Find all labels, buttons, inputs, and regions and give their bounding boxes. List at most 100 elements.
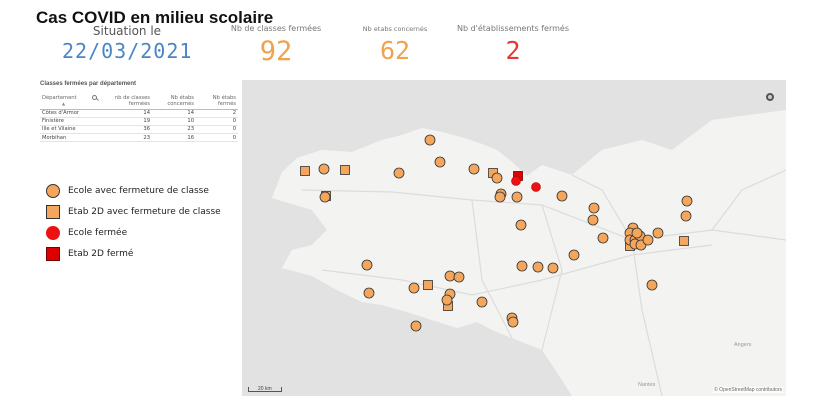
school-marker[interactable] bbox=[453, 271, 465, 283]
column-header-label: Département bbox=[42, 94, 77, 101]
kpi-closed-classes[interactable]: Nb de classes fermées 92 bbox=[218, 24, 334, 67]
legend-item: Etab 2D fermé bbox=[46, 243, 221, 264]
table-cell: Morbihan bbox=[40, 133, 102, 143]
school-marker[interactable] bbox=[680, 210, 692, 222]
table-row[interactable]: Ille et Vilaine 36 23 0 bbox=[40, 125, 238, 135]
orange-circle-icon bbox=[46, 183, 60, 198]
kpi-etabs-concerned[interactable]: Nb etabs concernés 62 bbox=[350, 25, 440, 65]
legend-label: Ecole avec fermeture de classe bbox=[68, 185, 209, 196]
kpi-closed-classes-value: 92 bbox=[259, 36, 293, 67]
closed-school-marker[interactable] bbox=[511, 176, 521, 186]
table-cell: 14 bbox=[102, 109, 152, 118]
school-marker[interactable] bbox=[568, 249, 580, 261]
kpi-closed-etabs-value: 2 bbox=[505, 36, 521, 65]
situation-kpi: Situation le 22/03/2021 bbox=[62, 24, 192, 63]
school-marker[interactable] bbox=[408, 282, 420, 294]
kpi-etabs-concerned-value: 62 bbox=[379, 36, 411, 65]
table-cell: 23 bbox=[102, 133, 152, 143]
table-cell: 0 bbox=[196, 125, 238, 135]
kpi-closed-classes-label: Nb de classes fermées bbox=[230, 24, 322, 33]
map-legend: Ecole avec fermeture de classe Etab 2D a… bbox=[46, 180, 221, 264]
school-marker[interactable] bbox=[468, 163, 480, 175]
table-cell: 0 bbox=[196, 117, 238, 126]
school-marker[interactable] bbox=[547, 262, 559, 274]
school-marker[interactable] bbox=[642, 234, 654, 246]
school-marker[interactable] bbox=[511, 191, 523, 203]
map-settings-icon[interactable] bbox=[766, 93, 774, 101]
table-cell: 19 bbox=[102, 117, 152, 126]
table-cell: 23 bbox=[152, 125, 196, 135]
situation-date: 22/03/2021 bbox=[62, 39, 193, 63]
school-marker[interactable] bbox=[507, 316, 519, 328]
red-square-icon bbox=[46, 246, 60, 261]
legend-label: Etab 2D avec fermeture de classe bbox=[68, 206, 221, 217]
column-header-closed[interactable]: Nb étabs fermés bbox=[196, 90, 238, 110]
etab-2d-marker[interactable] bbox=[300, 166, 310, 176]
table-cell: Finistère bbox=[40, 117, 102, 126]
kpi-closed-etabs-label: Nb d'établissements fermés bbox=[456, 24, 570, 33]
city-label: Angers bbox=[734, 342, 752, 348]
table-cell: 2 bbox=[196, 109, 238, 118]
table-cell: 36 bbox=[102, 125, 152, 135]
table-row[interactable]: Morbihan 23 16 0 bbox=[40, 133, 238, 143]
school-marker[interactable] bbox=[631, 227, 643, 239]
school-marker[interactable] bbox=[646, 279, 658, 291]
school-marker[interactable] bbox=[424, 134, 436, 146]
closed-school-marker[interactable] bbox=[531, 182, 541, 192]
table-title: Classes fermées par département bbox=[40, 81, 137, 87]
table-cell: Côtes d'Armor bbox=[40, 109, 102, 118]
city-label: Nantes bbox=[638, 382, 656, 388]
etab-2d-marker[interactable] bbox=[679, 236, 689, 246]
map-scale: 20 km bbox=[248, 387, 282, 392]
school-marker[interactable] bbox=[318, 163, 330, 175]
map-view[interactable]: Angers Nantes 20 km © OpenStreetMap cont… bbox=[242, 80, 786, 396]
etab-2d-marker[interactable] bbox=[340, 165, 350, 175]
column-header-department[interactable]: Département ▲ bbox=[40, 90, 102, 110]
legend-item: Ecole fermée bbox=[46, 222, 221, 243]
school-marker[interactable] bbox=[441, 294, 453, 306]
school-marker[interactable] bbox=[319, 191, 331, 203]
school-marker[interactable] bbox=[363, 287, 375, 299]
table-row[interactable]: Finistère 19 10 0 bbox=[40, 117, 238, 126]
legend-label: Etab 2D fermé bbox=[68, 248, 134, 259]
school-marker[interactable] bbox=[476, 296, 488, 308]
table-cell: 14 bbox=[152, 109, 196, 118]
school-marker[interactable] bbox=[491, 172, 503, 184]
table-cell: 10 bbox=[152, 117, 196, 126]
column-header-classes[interactable]: nb de classes fermées bbox=[102, 90, 152, 110]
school-marker[interactable] bbox=[681, 195, 693, 207]
school-marker[interactable] bbox=[587, 214, 599, 226]
school-marker[interactable] bbox=[515, 219, 527, 231]
red-circle-icon bbox=[46, 225, 60, 240]
kpi-closed-etabs[interactable]: Nb d'établissements fermés 2 bbox=[448, 24, 578, 65]
etab-2d-marker[interactable] bbox=[423, 280, 433, 290]
school-marker[interactable] bbox=[556, 190, 568, 202]
table-row[interactable]: Côtes d'Armor 14 14 2 bbox=[40, 109, 238, 118]
sort-ascending-icon: ▲ bbox=[62, 100, 66, 106]
school-marker[interactable] bbox=[597, 232, 609, 244]
school-marker[interactable] bbox=[494, 191, 506, 203]
school-marker[interactable] bbox=[532, 261, 544, 273]
school-marker[interactable] bbox=[444, 270, 456, 282]
school-marker[interactable] bbox=[588, 202, 600, 214]
school-marker[interactable] bbox=[361, 259, 373, 271]
school-marker[interactable] bbox=[652, 227, 664, 239]
department-table: Département ▲ nb de classes fermées Nb é… bbox=[40, 90, 238, 143]
school-marker[interactable] bbox=[434, 156, 446, 168]
school-marker[interactable] bbox=[393, 167, 405, 179]
legend-label: Ecole fermée bbox=[68, 227, 128, 238]
school-marker[interactable] bbox=[516, 260, 528, 272]
map-canvas[interactable] bbox=[242, 80, 786, 396]
search-icon[interactable] bbox=[92, 94, 98, 100]
map-credit[interactable]: © OpenStreetMap contributors bbox=[713, 387, 783, 393]
table-cell: 0 bbox=[196, 133, 238, 143]
column-header-etabs[interactable]: Nb étabs concernés bbox=[152, 90, 196, 110]
kpi-etabs-concerned-label: Nb etabs concernés bbox=[362, 25, 428, 33]
situation-label: Situation le bbox=[92, 24, 162, 38]
orange-square-icon bbox=[46, 204, 60, 219]
table-cell: Ille et Vilaine bbox=[40, 125, 102, 135]
legend-item: Etab 2D avec fermeture de classe bbox=[46, 201, 221, 222]
school-marker[interactable] bbox=[410, 320, 422, 332]
legend-item: Ecole avec fermeture de classe bbox=[46, 180, 221, 201]
table-cell: 16 bbox=[152, 133, 196, 143]
